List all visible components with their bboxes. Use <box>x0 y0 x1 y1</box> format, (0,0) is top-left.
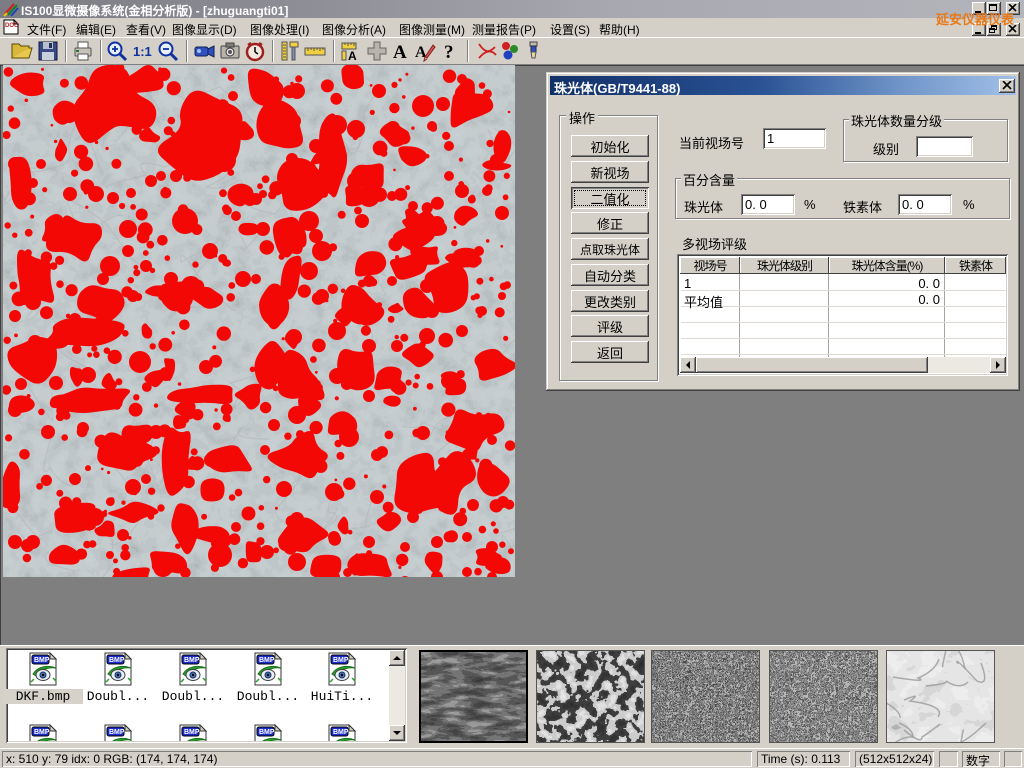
svg-text:BMP: BMP <box>259 657 275 664</box>
svg-text:BMP: BMP <box>333 729 349 736</box>
svg-text:BMP: BMP <box>259 729 275 736</box>
svg-text:1:1: 1:1 <box>133 44 152 59</box>
svg-text:A: A <box>348 49 357 63</box>
svg-text:BMP: BMP <box>109 657 125 664</box>
svg-text:BMP: BMP <box>184 729 200 736</box>
svg-text:BMP: BMP <box>333 657 349 664</box>
svg-text:A: A <box>393 42 407 63</box>
svg-text:?: ? <box>444 42 454 63</box>
svg-text:BMP: BMP <box>184 657 200 664</box>
svg-text:DOC: DOC <box>5 23 19 29</box>
svg-text:BMP: BMP <box>34 729 50 736</box>
svg-text:BMP: BMP <box>34 657 50 664</box>
svg-text:BMP: BMP <box>109 729 125 736</box>
